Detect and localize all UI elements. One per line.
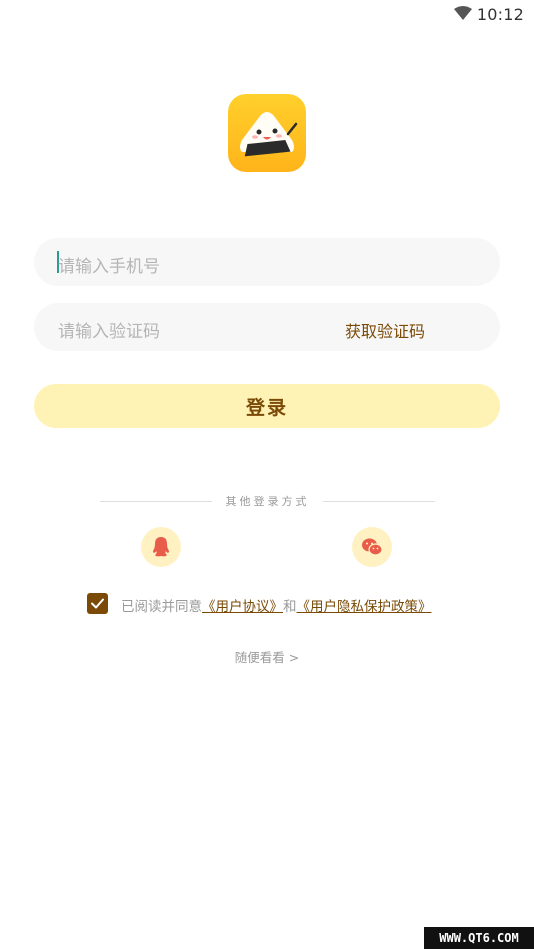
wechat-icon — [362, 538, 383, 556]
agreement-prefix: 已阅读并同意 — [121, 599, 202, 615]
verification-code-input[interactable]: 请输入验证码 获取验证码 — [34, 303, 500, 351]
app-logo — [228, 94, 306, 172]
agreement-and: 和 — [283, 599, 297, 615]
privacy-policy-link[interactable]: 《用户隐私保护政策》 — [297, 599, 432, 615]
agreement-checkbox[interactable] — [87, 593, 108, 614]
browse-link[interactable]: 随便看看 > — [0, 647, 534, 666]
divider-right — [323, 501, 435, 502]
watermark: WWW.QT6.COM — [424, 927, 534, 949]
rice-ball-mascot-icon — [240, 112, 298, 157]
qq-icon — [153, 537, 169, 557]
agreement-text: 已阅读并同意《用户协议》和《用户隐私保护政策》 — [121, 595, 432, 615]
status-bar: 10:12 — [0, 0, 534, 30]
get-code-button[interactable]: 获取验证码 — [345, 318, 425, 342]
login-screen: 10:12 请输入手机号 请输入验证码 获取验证码 登录 其他登录方式 已阅读并… — [0, 0, 534, 949]
status-time: 10:12 — [476, 5, 524, 24]
login-button[interactable]: 登录 — [34, 384, 500, 428]
divider-left — [100, 501, 212, 502]
other-login-title: 其他登录方式 — [225, 495, 310, 508]
login-button-label: 登录 — [245, 397, 288, 419]
phone-placeholder: 请输入手机号 — [58, 257, 160, 277]
code-placeholder: 请输入验证码 — [58, 322, 160, 342]
qq-login-button[interactable] — [141, 527, 181, 567]
wifi-icon — [454, 6, 472, 20]
user-agreement-link[interactable]: 《用户协议》 — [202, 599, 283, 615]
check-icon — [91, 598, 104, 609]
phone-input[interactable]: 请输入手机号 — [34, 238, 500, 286]
wechat-login-button[interactable] — [352, 527, 392, 567]
